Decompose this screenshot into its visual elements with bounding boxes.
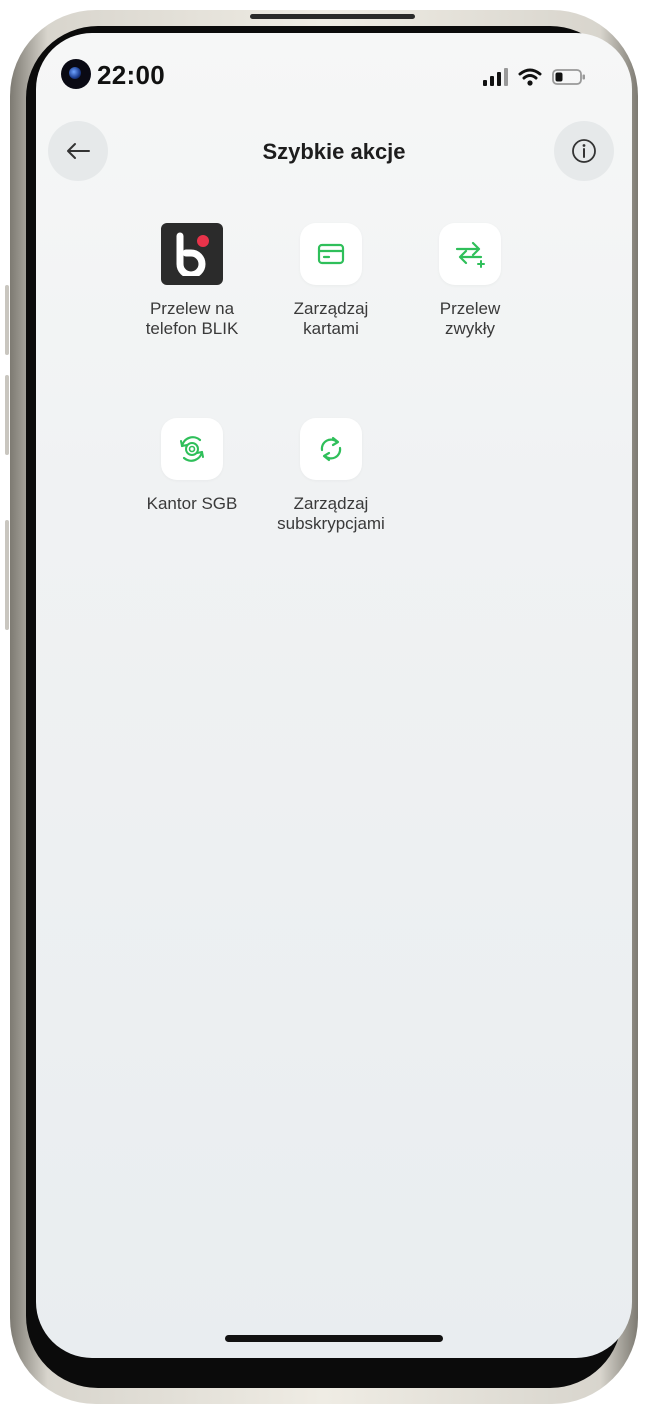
- app-screen: 22:00 Szybkie akcje Przelew na telefon B…: [36, 33, 632, 1358]
- speaker-slot: [250, 14, 415, 19]
- status-time: 22:00: [97, 60, 165, 90]
- blik-icon: [161, 223, 223, 285]
- wifi-icon: [518, 68, 542, 86]
- signal-icon: [483, 68, 508, 86]
- volume-up-button: [5, 285, 9, 355]
- card-icon: [300, 223, 362, 285]
- home-indicator[interactable]: [225, 1335, 443, 1342]
- volume-down-button: [5, 375, 9, 455]
- action-manage-subscriptions[interactable]: Zarządzaj subskrypcjami: [261, 418, 401, 534]
- currency-exchange-icon: [161, 418, 223, 480]
- action-manage-cards[interactable]: Zarządzaj kartami: [261, 223, 401, 339]
- info-icon: [572, 139, 596, 163]
- info-button[interactable]: [554, 121, 614, 181]
- action-label: Przelew na telefon BLIK: [145, 299, 239, 338]
- transfer-icon: [439, 223, 501, 285]
- battery-icon: [552, 69, 585, 85]
- action-label: Zarządzaj kartami: [293, 299, 369, 338]
- action-currency-exchange[interactable]: Kantor SGB: [122, 418, 262, 514]
- power-button: [5, 520, 9, 630]
- action-blik-phone-transfer[interactable]: Przelew na telefon BLIK: [122, 223, 262, 339]
- action-standard-transfer[interactable]: Przelew zwykły: [400, 223, 540, 339]
- camera-icon: [61, 59, 91, 89]
- action-label: Kantor SGB: [146, 494, 238, 513]
- action-label: Przelew zwykły: [439, 299, 501, 338]
- refresh-icon: [300, 418, 362, 480]
- status-icons: [483, 67, 586, 86]
- action-label: Zarządzaj subskrypcjami: [277, 494, 385, 533]
- page-title: Szybkie akcje: [262, 139, 406, 164]
